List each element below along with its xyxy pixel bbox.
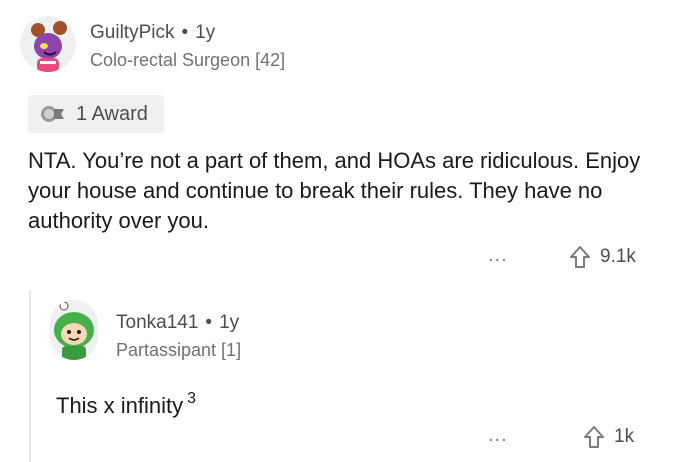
reply-age[interactable]: 1y xyxy=(219,312,239,333)
parent-avatar[interactable] xyxy=(20,16,76,72)
upvote-icon[interactable] xyxy=(568,244,592,270)
parent-username[interactable]: GuiltyPick xyxy=(90,22,174,43)
parent-header: GuiltyPick • 1y xyxy=(90,22,215,44)
reply-vote-count: 1k xyxy=(614,426,635,447)
award-icon xyxy=(38,103,68,125)
parent-comment-body: NTA. You’re not a part of them, and HOAs… xyxy=(28,148,641,233)
reply-comment-body: This x infinity 3 xyxy=(56,384,196,421)
separator-dot: • xyxy=(205,312,213,333)
reply-flair: Partassipant [1] xyxy=(116,340,242,360)
reply-more-button[interactable]: ... xyxy=(488,424,508,447)
reply-header: Tonka141 • 1y xyxy=(116,312,239,334)
reply-username[interactable]: Tonka141 xyxy=(116,312,198,333)
parent-more-button[interactable]: ... xyxy=(488,244,508,267)
parent-vote-control[interactable]: 9.1k xyxy=(568,244,636,270)
parent-vote-count: 9.1k xyxy=(600,246,636,267)
reply-superscript: 3 xyxy=(187,390,197,407)
award-label: 1 Award xyxy=(76,102,148,125)
green-hooded-snoo-avatar-icon xyxy=(50,300,98,360)
upvote-icon[interactable] xyxy=(582,424,606,450)
separator-dot: • xyxy=(181,22,189,43)
reply-vote-control[interactable]: 1k xyxy=(582,424,634,450)
purple-snoo-avatar-icon xyxy=(20,16,76,72)
reply-avatar[interactable] xyxy=(50,300,98,360)
parent-age[interactable]: 1y xyxy=(195,22,215,43)
thread-line[interactable] xyxy=(29,290,31,462)
parent-flair: Colo-rectal Surgeon [42] xyxy=(90,50,286,70)
award-badge[interactable]: 1 Award xyxy=(28,95,164,133)
reply-body-text: This x infinity xyxy=(56,393,184,418)
